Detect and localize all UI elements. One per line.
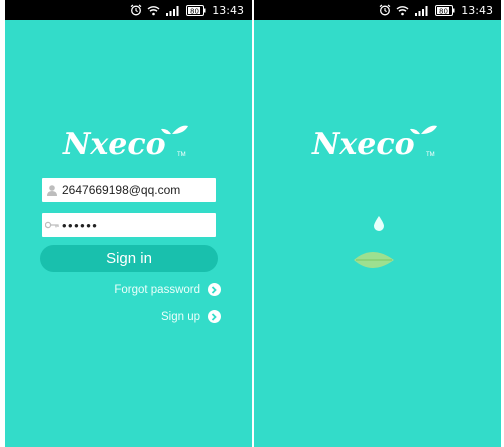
battery-level: 80 (190, 7, 199, 15)
forgot-password-label: Forgot password (114, 283, 200, 296)
battery-icon: 80 (435, 4, 455, 16)
leaf-icon (352, 248, 396, 277)
forgot-password-link[interactable]: Forgot password (114, 283, 221, 296)
logo-brand: Nxeco (62, 127, 166, 162)
logo-brand: Nxeco (311, 127, 415, 162)
status-bar: 80 13:43 (5, 0, 252, 20)
chevron-right-icon (208, 283, 221, 296)
password-value: •••••• (62, 217, 99, 233)
sign-up-link[interactable]: Sign up (161, 310, 221, 323)
wifi-icon (396, 5, 409, 16)
nxeco-logo: Nxeco TM (308, 120, 448, 164)
status-time: 13:43 (212, 3, 244, 17)
status-time: 13:43 (461, 3, 493, 17)
user-icon (42, 184, 62, 196)
alarm-icon (379, 4, 391, 16)
logo-trademark: TM (177, 152, 186, 158)
username-value: 2647669198@qq.com (62, 183, 181, 197)
splash-content: Nxeco TM (254, 20, 501, 447)
password-field[interactable]: •••••• (42, 213, 216, 237)
key-icon (42, 221, 62, 229)
sign-up-label: Sign up (160, 310, 200, 323)
splash-screen: 80 13:43 Nxeco TM (254, 0, 501, 447)
battery-level: 80 (439, 7, 448, 15)
logo-trademark: TM (426, 152, 435, 158)
sign-in-button[interactable]: Sign in (40, 245, 218, 272)
login-screen: 80 13:43 Nxeco TM 2647669198@qq.com ••••… (5, 0, 252, 447)
signal-icon (165, 5, 181, 16)
username-field[interactable]: 2647669198@qq.com (42, 178, 216, 202)
battery-icon: 80 (186, 4, 206, 16)
water-drop-icon (374, 216, 384, 236)
status-bar: 80 13:43 (254, 0, 501, 20)
login-content: Nxeco TM 2647669198@qq.com •••••• Sign i… (5, 20, 252, 447)
wifi-icon (147, 5, 160, 16)
chevron-right-icon (208, 310, 221, 323)
signal-icon (414, 5, 430, 16)
alarm-icon (130, 4, 142, 16)
nxeco-logo: Nxeco TM (59, 120, 199, 164)
